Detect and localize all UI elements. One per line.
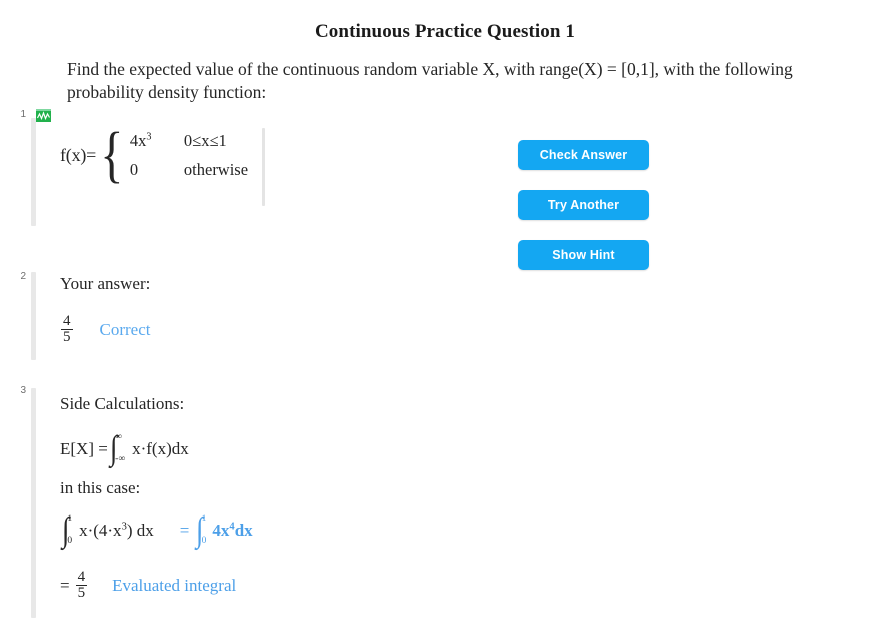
plot-icon[interactable]: [36, 109, 51, 122]
pdf-case-condition: otherwise: [183, 160, 249, 179]
result-integrand-head: 4x: [212, 521, 230, 540]
show-hint-button[interactable]: Show Hint: [518, 240, 649, 270]
result-integrand-tail: dx: [234, 521, 253, 540]
try-another-button[interactable]: Try Another: [518, 190, 649, 220]
cell-bracket-2[interactable]: [31, 272, 36, 360]
final-result-denominator: 5: [75, 585, 88, 602]
pdf-case-value-text: 4x: [129, 131, 147, 150]
integral-glyph: ∫: [61, 511, 70, 549]
check-answer-button[interactable]: Check Answer: [518, 140, 649, 170]
substituted-integral-row: ∫ 1 0 x·(4·x3) dx = ∫ 1 0 4x4dx: [60, 511, 253, 549]
evaluated-integral-note: Evaluated integral: [112, 575, 237, 595]
substituted-integrand: x·(4·x3) dx: [79, 521, 154, 541]
pdf-case-value: 0: [130, 160, 184, 180]
expectation-integrand: x·f(x)dx: [132, 439, 189, 458]
pdf-case-condition: 0≤x≤1: [183, 131, 227, 150]
result-integrand: 4x4dx: [212, 521, 252, 541]
integral-symbol: ∫ 1 0: [61, 511, 72, 549]
pdf-left-hand-side: f(x)=: [60, 145, 97, 165]
final-result-fraction: 4 5: [75, 569, 88, 602]
pdf-case-value-text: 0: [129, 160, 139, 179]
answer-denominator: 5: [61, 329, 73, 346]
answer-fraction: 4 5: [61, 313, 73, 346]
cell-number-3: 3: [20, 385, 26, 396]
substituted-integrand-head: x·(4·x: [79, 521, 122, 540]
pdf-case-exponent: 3: [146, 131, 152, 143]
integral-symbol: ∫ ∞ -∞: [109, 429, 125, 467]
final-result-row: = 4 5 Evaluated integral: [60, 569, 237, 602]
substituted-integrand-tail: ) dx: [126, 521, 154, 540]
your-answer-label: Your answer:: [60, 274, 151, 293]
cell-bracket-3[interactable]: [31, 388, 36, 618]
pdf-case-value: 4x3: [130, 131, 184, 151]
answer-row: 4 5 Correct: [60, 313, 151, 346]
answer-numerator: 4: [63, 313, 71, 329]
equation-inner-bracket[interactable]: [262, 128, 265, 206]
pdf-cases: 4x3 0≤x≤1 0 otherwise: [130, 131, 248, 180]
notebook-page: Continuous Practice Question 1 Find the …: [0, 0, 890, 622]
cell-number-1: 1: [20, 109, 26, 120]
side-calculations-heading: Side Calculations:: [60, 394, 185, 413]
cell-bracket-1[interactable]: [31, 118, 36, 226]
integral-glyph: ∫: [196, 511, 204, 549]
in-this-case-label: in this case:: [60, 478, 141, 497]
answer-status-badge: Correct: [99, 319, 151, 339]
final-result-numerator: 4: [77, 569, 86, 585]
expectation-lhs: E[X] =: [60, 439, 108, 458]
left-brace-glyph: {: [100, 121, 124, 190]
integral-glyph: ∫: [109, 429, 118, 467]
pdf-case-row: 0 otherwise: [130, 160, 248, 180]
pdf-equation: f(x)= { 4x3 0≤x≤1 0 otherwise: [60, 121, 248, 190]
expectation-formula: E[X] = ∫ ∞ -∞ x·f(x)dx: [60, 429, 189, 467]
page-title: Continuous Practice Question 1: [314, 21, 576, 42]
result-equals-sign: =: [179, 521, 190, 540]
question-prompt: Find the expected value of the continuou…: [67, 59, 793, 103]
final-equals-sign: =: [60, 575, 70, 595]
result-integral-symbol: ∫ 1 0: [195, 511, 206, 549]
pdf-case-row: 4x3 0≤x≤1: [130, 131, 248, 151]
cell-number-2: 2: [20, 271, 26, 282]
